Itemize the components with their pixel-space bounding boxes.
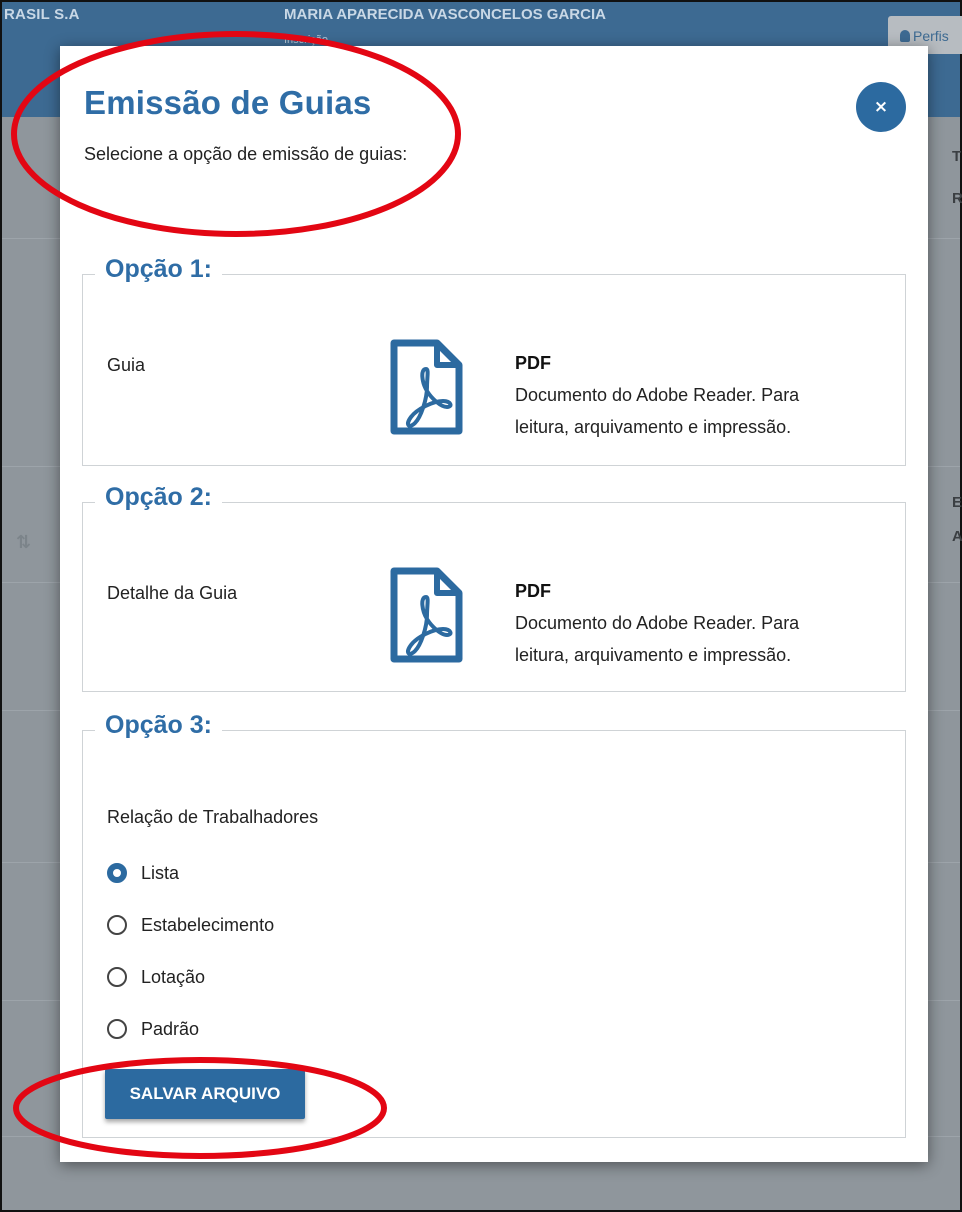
radio-padrao-label: Padrão bbox=[141, 1018, 200, 1039]
background-letter: E bbox=[952, 494, 962, 511]
background-letter: R bbox=[952, 190, 962, 207]
option-1-legend: Opção 1: bbox=[95, 255, 222, 284]
option-2-fieldset: Opção 2: Detalhe da Guia PDF Documento d… bbox=[82, 483, 906, 692]
radio-estabelecimento[interactable]: Estabelecimento bbox=[107, 913, 274, 937]
save-file-button[interactable]: SALVAR ARQUIVO bbox=[105, 1069, 305, 1119]
background-letter: A bbox=[952, 528, 962, 545]
option-1-description: Documento do Adobe Reader. Para leitura,… bbox=[515, 385, 800, 437]
sort-icon: ⇅ bbox=[16, 532, 32, 552]
radio-button[interactable] bbox=[107, 1019, 127, 1039]
option-2-label: Detalhe da Guia bbox=[107, 583, 238, 603]
radio-estabelecimento-label: Estabelecimento bbox=[141, 914, 275, 935]
modal-title: Emissão de Guias bbox=[84, 84, 372, 121]
background-letter: T bbox=[952, 148, 962, 165]
pdf-file-icon[interactable] bbox=[389, 339, 463, 435]
user-name: MARIA APARECIDA VASCONCELOS GARCIA bbox=[284, 6, 606, 23]
person-icon bbox=[900, 30, 910, 42]
radio-padrao[interactable]: Padrão bbox=[107, 1017, 199, 1041]
option-2-description: Documento do Adobe Reader. Para leitura,… bbox=[515, 613, 800, 665]
radio-button[interactable] bbox=[107, 915, 127, 935]
modal-subtitle: Selecione a opção de emissão de guias: bbox=[84, 144, 408, 164]
close-icon: × bbox=[873, 97, 889, 117]
option-3-label: Relação de Trabalhadores bbox=[107, 807, 319, 827]
radio-button-checked[interactable] bbox=[107, 863, 127, 883]
company-name: RASIL S.A bbox=[4, 6, 80, 23]
emissao-guias-modal: Emissão de Guias Selecione a opção de em… bbox=[60, 46, 928, 1162]
pdf-file-icon[interactable] bbox=[389, 567, 463, 663]
radio-lista[interactable]: Lista bbox=[107, 861, 179, 885]
inscricao-label: Inscrição bbox=[284, 34, 329, 46]
option-1-label: Guia bbox=[107, 355, 146, 375]
radio-lotacao-label: Lotação bbox=[141, 966, 206, 987]
option-3-fieldset: Opção 3: Relação de Trabalhadores Lista … bbox=[82, 711, 906, 1138]
profile-button-label: Perfis bbox=[913, 28, 949, 44]
option-1-fieldset: Opção 1: Guia PDF Documento do Adobe Rea… bbox=[82, 255, 906, 466]
radio-lotacao[interactable]: Lotação bbox=[107, 965, 205, 989]
radio-button[interactable] bbox=[107, 967, 127, 987]
option-2-legend: Opção 2: bbox=[95, 483, 222, 512]
option-2-file-type: PDF bbox=[515, 581, 551, 601]
option-3-legend: Opção 3: bbox=[95, 711, 222, 740]
close-button[interactable]: × bbox=[856, 82, 906, 132]
radio-lista-label: Lista bbox=[141, 862, 180, 883]
option-1-file-type: PDF bbox=[515, 353, 551, 373]
